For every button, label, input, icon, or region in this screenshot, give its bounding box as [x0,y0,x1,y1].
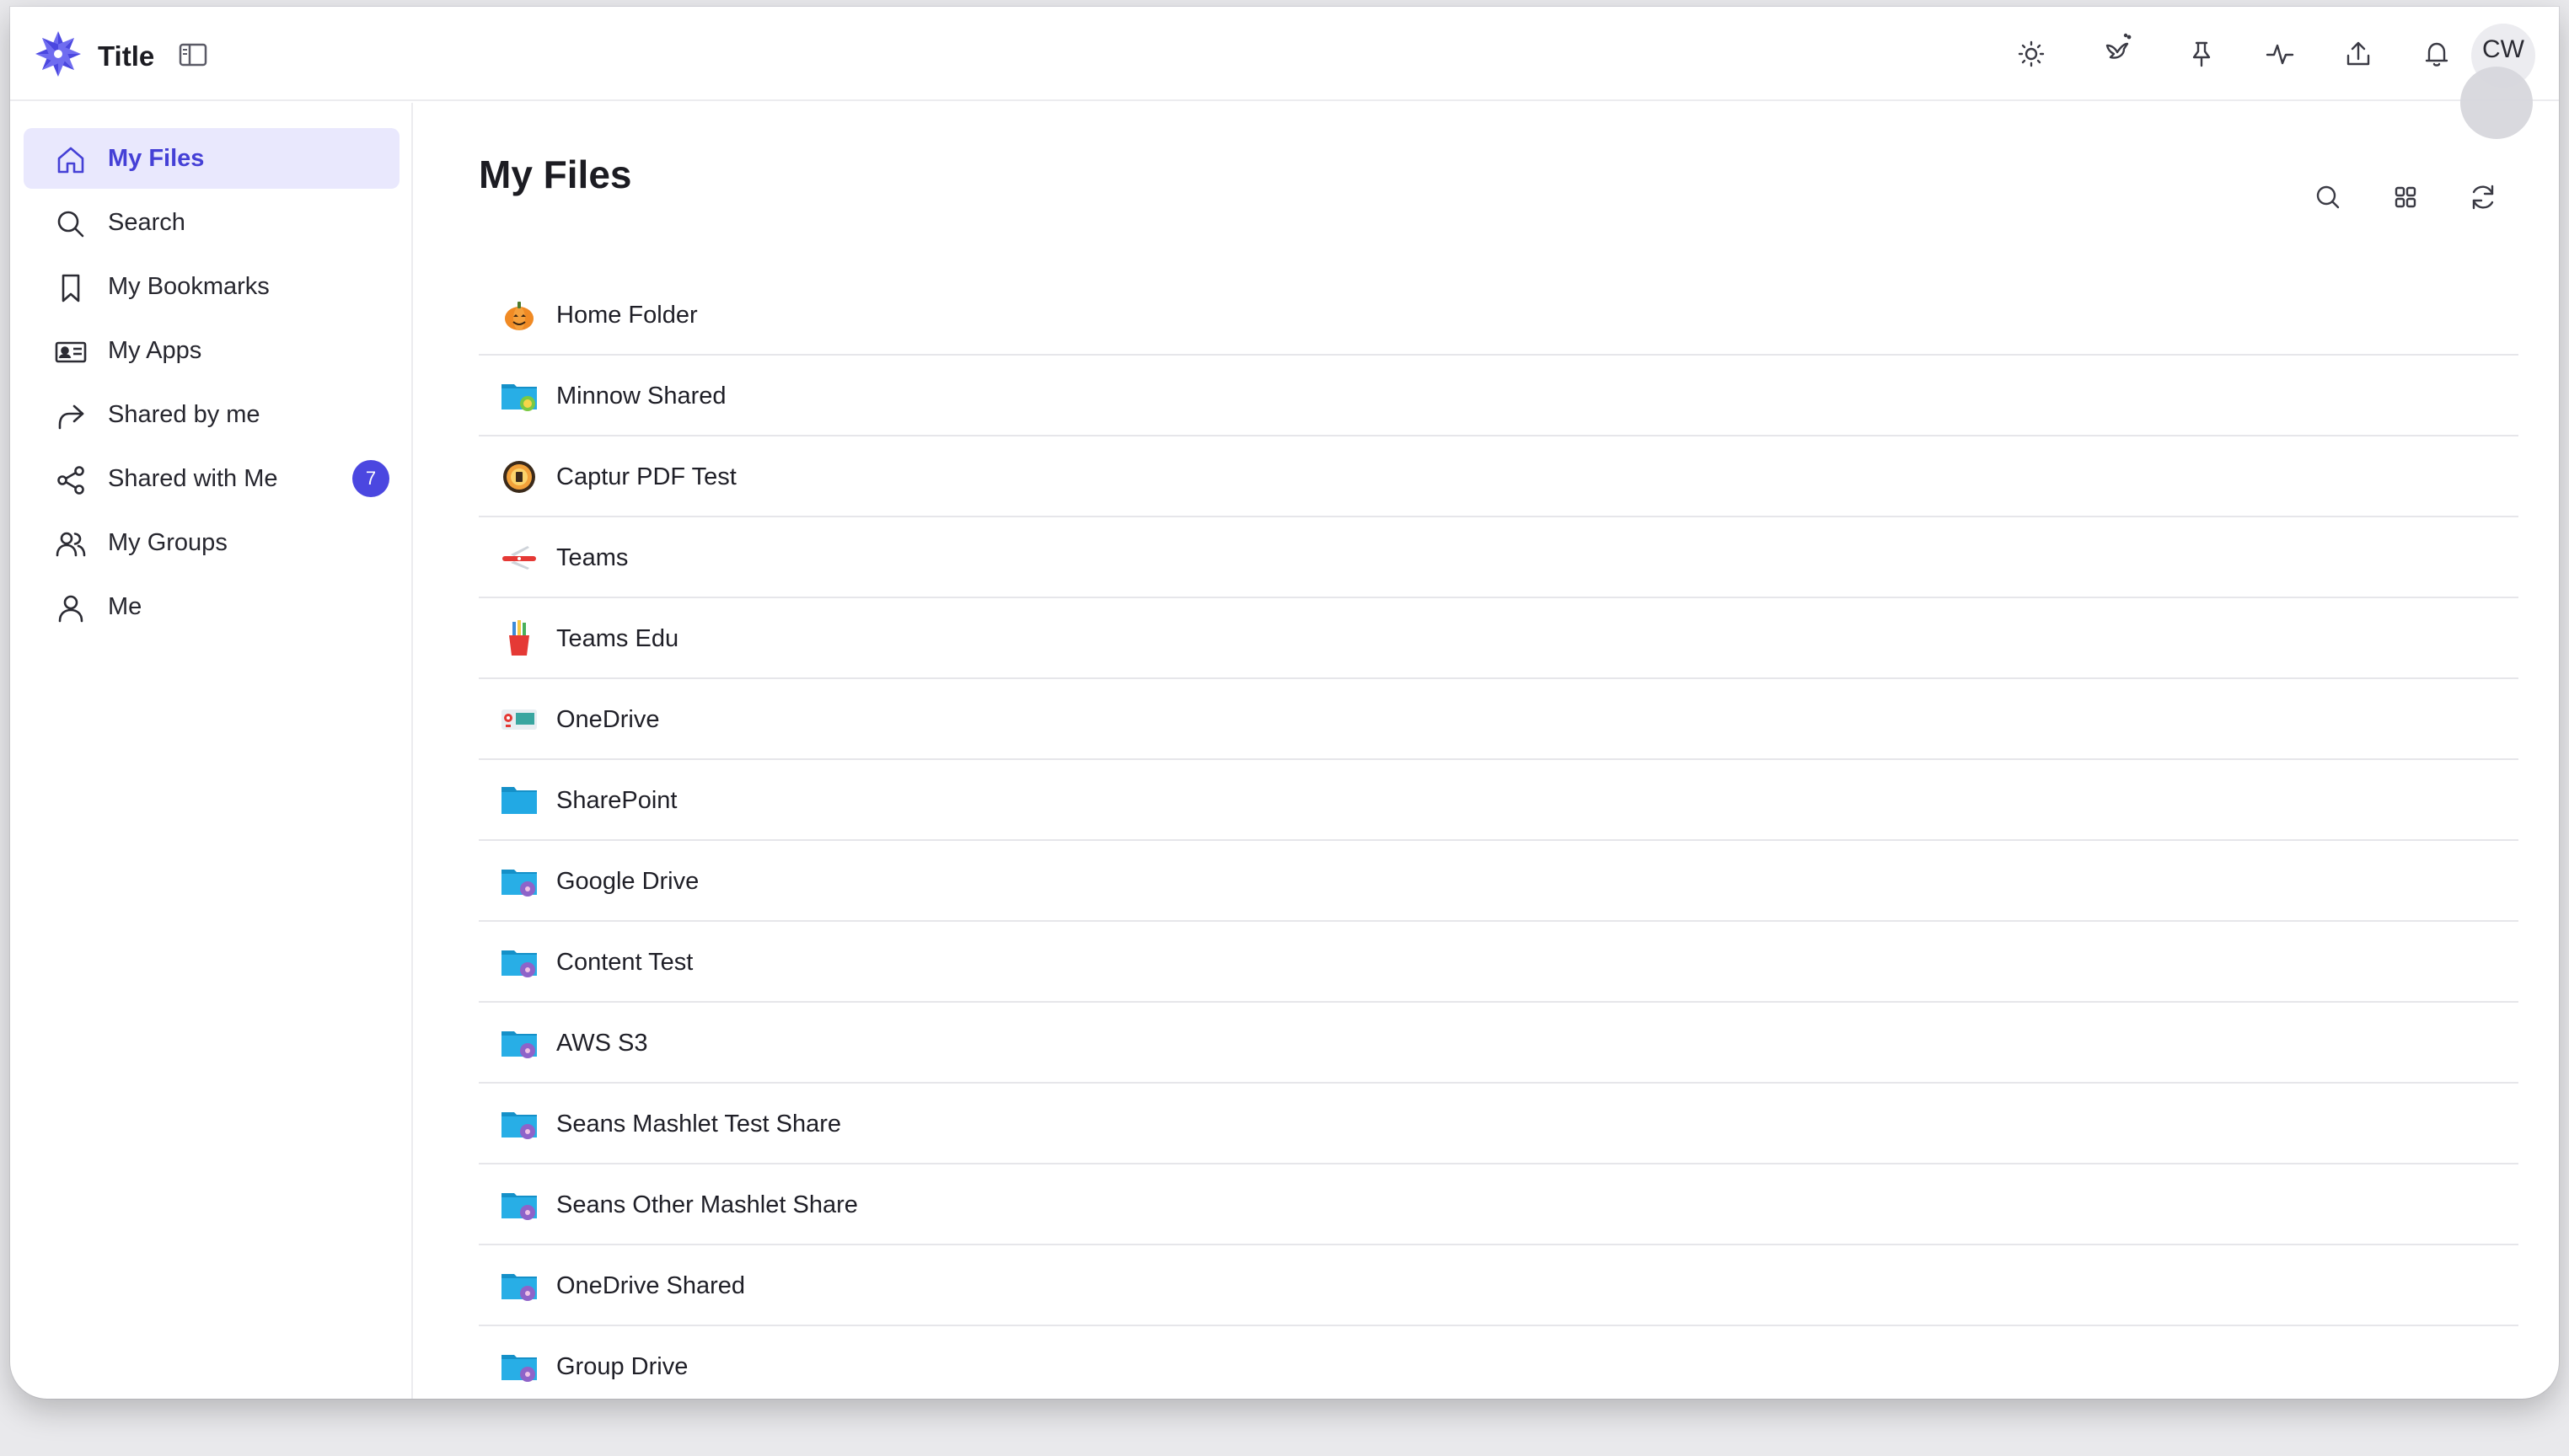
bell-icon[interactable] [2420,37,2454,71]
sidebar-item-label: Shared by me [108,401,260,428]
pin-icon[interactable] [2185,37,2218,71]
user-icon [54,592,88,625]
bird-icon[interactable] [2100,32,2134,66]
shared-folder-icon [499,1105,539,1143]
file-row[interactable]: OneDrive [479,679,2518,760]
activity-icon[interactable] [2263,37,2297,71]
file-row[interactable]: SharePoint [479,760,2518,841]
shared-folder-icon [499,377,539,415]
main-content: My Files Home Folder Minnow Shared Captu… [415,103,2559,1399]
sidebar-item-my-apps[interactable]: My Apps [24,320,400,381]
file-row[interactable]: Content Test [479,922,2518,1003]
sidebar-item-search[interactable]: Search [24,192,400,253]
sidebar-item-shared-by-me[interactable]: Shared by me [24,384,400,445]
sidebar-item-my-bookmarks[interactable]: My Bookmarks [24,256,400,317]
file-row[interactable]: Group Drive [479,1326,2518,1399]
projector-icon [499,701,539,738]
shared-folder-icon [499,944,539,981]
shared-folder-icon [499,1186,539,1223]
file-row[interactable]: Teams Edu [479,598,2518,679]
upload-icon[interactable] [2341,37,2375,71]
sidebar: My Files Search My Bookmarks My Apps Sha… [10,103,413,1399]
file-name: Seans Mashlet Test Share [556,1111,841,1138]
sun-badge-icon [499,458,539,495]
app-window: Title CW My Files Search My Bookmarks My… [10,7,2559,1399]
file-name: Group Drive [556,1353,689,1380]
page-title: My Files [479,153,632,196]
bookmark-icon [54,271,88,305]
id-card-icon [54,335,88,369]
file-name: OneDrive Shared [556,1272,746,1299]
sidebar-item-me[interactable]: Me [24,576,400,637]
search-icon[interactable] [2309,179,2346,216]
sidebar-item-my-groups[interactable]: My Groups [24,512,400,573]
sidebar-item-label: Me [108,593,142,620]
file-row[interactable]: AWS S3 [479,1003,2518,1084]
sidebar-item-label: My Files [108,145,205,172]
file-name: Teams Edu [556,625,679,652]
users-icon [54,527,88,561]
shared-folder-icon [499,1267,539,1304]
file-row[interactable]: Seans Mashlet Test Share [479,1084,2518,1164]
file-name: Content Test [556,949,694,976]
user-avatar[interactable]: CW [2471,24,2535,88]
home-icon [54,143,88,177]
sun-icon[interactable] [2014,37,2048,71]
file-row[interactable]: Teams [479,517,2518,598]
pencil-cup-icon [499,620,539,657]
file-name: Seans Other Mashlet Share [556,1191,858,1218]
share-nodes-icon [54,463,88,497]
share-forward-icon [54,399,88,433]
app-title: Title [98,40,155,72]
search-icon [54,207,88,241]
shared-folder-icon [499,863,539,900]
file-name: Minnow Shared [556,383,727,410]
file-name: Captur PDF Test [556,463,737,490]
sidebar-item-label: Shared with Me [108,465,278,492]
file-row[interactable]: Captur PDF Test [479,436,2518,517]
sidebar-item-label: My Groups [108,529,228,556]
sidebar-item-shared-with-me[interactable]: Shared with Me 7 [24,448,400,509]
shared-folder-icon [499,1348,539,1385]
file-name: Teams [556,544,629,571]
file-name: AWS S3 [556,1030,648,1057]
sidebar-item-label: Search [108,209,185,236]
file-name: Google Drive [556,868,700,895]
file-name: OneDrive [556,706,660,733]
file-row[interactable]: Google Drive [479,841,2518,922]
file-name: SharePoint [556,787,678,814]
shared-folder-icon [499,1025,539,1062]
knife-icon [499,539,539,576]
file-row[interactable]: Minnow Shared [479,356,2518,436]
grid-icon[interactable] [2387,179,2424,216]
pumpkin-icon [499,297,539,334]
file-name: Home Folder [556,302,698,329]
sidebar-toggle-icon[interactable] [179,42,207,67]
app-logo-icon[interactable] [34,29,83,78]
file-row[interactable]: OneDrive Shared [479,1245,2518,1326]
file-list: Home Folder Minnow Shared Captur PDF Tes… [479,275,2518,1399]
sidebar-item-label: My Apps [108,337,202,364]
sidebar-item-my-files[interactable]: My Files [24,128,400,189]
file-row[interactable]: Home Folder [479,275,2518,356]
sidebar-item-label: My Bookmarks [108,273,270,300]
folder-icon [499,782,539,819]
notification-badge: 7 [352,460,389,497]
file-row[interactable]: Seans Other Mashlet Share [479,1164,2518,1245]
top-bar: Title CW [10,7,2559,139]
refresh-icon[interactable] [2464,179,2502,216]
